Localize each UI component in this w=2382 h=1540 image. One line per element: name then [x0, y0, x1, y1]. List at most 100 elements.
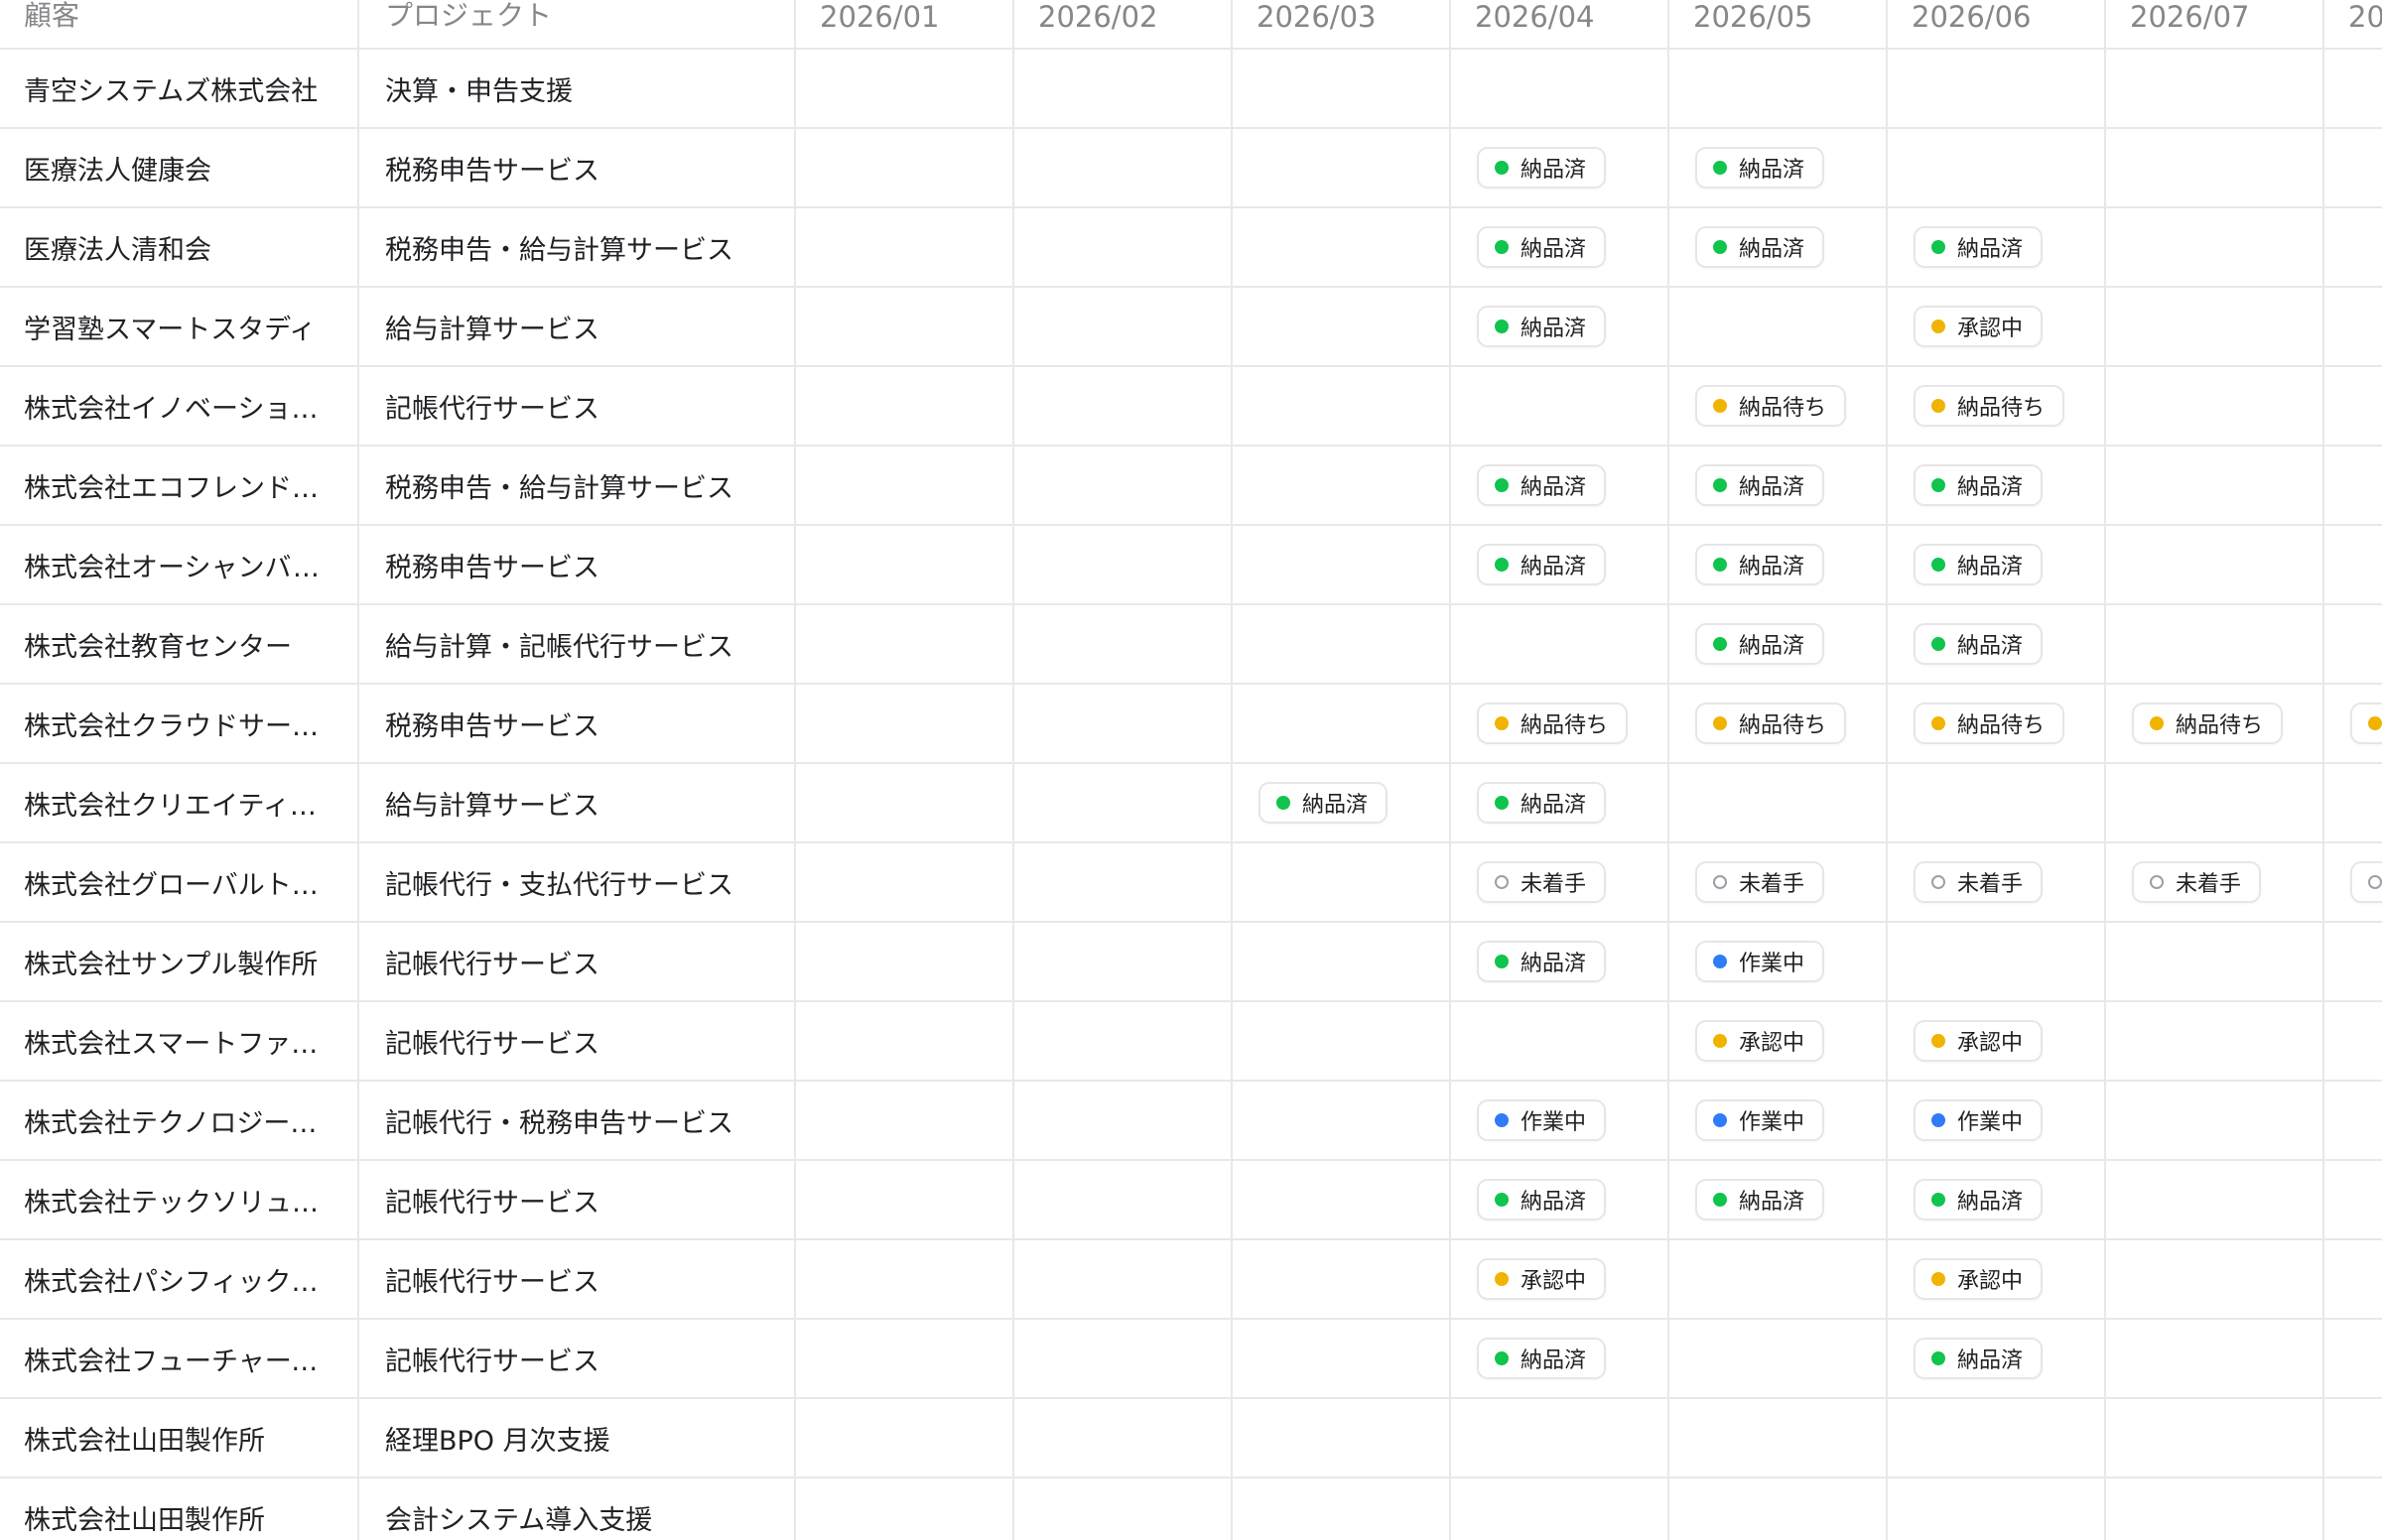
month-cell[interactable] [2324, 685, 2382, 762]
month-cell[interactable]: 納品済 [1451, 288, 1669, 365]
month-cell[interactable] [1233, 1161, 1451, 1238]
month-cell[interactable] [2106, 367, 2324, 445]
month-cell[interactable] [2106, 1161, 2324, 1238]
month-cell[interactable]: 未着手 [1669, 843, 1888, 921]
project-cell[interactable]: 決算・申告支援 [359, 50, 796, 127]
project-cell[interactable]: 記帳代行・税務申告サービス [359, 1082, 796, 1159]
customer-cell[interactable]: 株式会社テクノロジーコ… [0, 1082, 359, 1159]
month-cell[interactable] [1233, 1320, 1451, 1397]
customer-cell[interactable]: 株式会社テックソリュー… [0, 1161, 359, 1238]
month-cell[interactable] [1669, 1399, 1888, 1476]
project-cell[interactable]: 記帳代行・支払代行サービス [359, 843, 796, 921]
month-cell[interactable] [1014, 1399, 1233, 1476]
month-cell[interactable]: 納品済 [1233, 764, 1451, 841]
month-cell[interactable]: 承認中 [1451, 1240, 1669, 1318]
month-cell[interactable] [796, 764, 1014, 841]
month-cell[interactable] [1669, 764, 1888, 841]
status-badge[interactable]: 納品済 [1477, 464, 1607, 506]
table-row[interactable]: 株式会社フューチャーシ… 記帳代行サービス 納品済 納品済 [0, 1320, 2382, 1399]
month-cell[interactable]: 作業中 [1888, 1082, 2106, 1159]
month-cell[interactable]: 納品待ち [1451, 685, 1669, 762]
customer-cell[interactable]: 株式会社クリエイティブ… [0, 764, 359, 841]
month-cell[interactable] [1233, 526, 1451, 603]
month-cell[interactable] [1233, 288, 1451, 365]
month-cell[interactable] [1451, 50, 1669, 127]
table-row[interactable]: 株式会社スマートファー… 記帳代行サービス 承認中 承認中 [0, 1002, 2382, 1082]
table-row[interactable]: 株式会社オーシャンバン… 税務申告サービス 納品済 納品済 納品済 [0, 526, 2382, 605]
month-cell[interactable]: 未着手 [1451, 843, 1669, 921]
month-cell[interactable]: 承認中 [1888, 1240, 2106, 1318]
month-cell[interactable] [2106, 1082, 2324, 1159]
month-cell[interactable]: 未着手 [1888, 843, 2106, 921]
table-row[interactable]: 株式会社山田製作所 経理BPO 月次支援 [0, 1399, 2382, 1478]
month-cell[interactable] [2106, 208, 2324, 286]
customer-cell[interactable]: 青空システムズ株式会社 [0, 50, 359, 127]
column-header-month[interactable]: 2026/04 [1451, 0, 1669, 48]
month-cell[interactable]: 承認中 [1669, 1002, 1888, 1080]
month-cell[interactable] [796, 50, 1014, 127]
month-cell[interactable]: 納品待ち [1669, 685, 1888, 762]
month-cell[interactable] [2324, 1082, 2382, 1159]
column-header-month[interactable]: 2026/01 [796, 0, 1014, 48]
month-cell[interactable] [1014, 367, 1233, 445]
customer-cell[interactable]: 医療法人清和会 [0, 208, 359, 286]
month-cell[interactable] [796, 923, 1014, 1000]
status-badge[interactable]: 納品済 [1695, 226, 1825, 268]
status-badge[interactable]: 納品済 [1477, 1338, 1607, 1379]
month-cell[interactable] [796, 208, 1014, 286]
project-cell[interactable]: 記帳代行サービス [359, 1240, 796, 1318]
customer-cell[interactable]: 株式会社パシフィック建… [0, 1240, 359, 1318]
month-cell[interactable] [2106, 50, 2324, 127]
status-badge[interactable]: 納品済 [1477, 147, 1607, 189]
month-cell[interactable]: 納品済 [1451, 764, 1669, 841]
customer-cell[interactable]: 株式会社山田製作所 [0, 1399, 359, 1476]
month-cell[interactable] [1014, 923, 1233, 1000]
month-cell[interactable] [1669, 1240, 1888, 1318]
month-cell[interactable] [1669, 288, 1888, 365]
table-row[interactable]: 株式会社テクノロジーコ… 記帳代行・税務申告サービス 作業中 作業中 作業中 [0, 1082, 2382, 1161]
project-cell[interactable]: 記帳代行サービス [359, 1320, 796, 1397]
month-cell[interactable] [796, 1399, 1014, 1476]
month-cell[interactable] [1014, 764, 1233, 841]
month-cell[interactable]: 作業中 [1669, 1082, 1888, 1159]
month-cell[interactable] [2106, 129, 2324, 206]
month-cell[interactable] [1233, 1399, 1451, 1476]
customer-cell[interactable]: 株式会社教育センター [0, 605, 359, 683]
table-row[interactable]: 株式会社イノベーション… 記帳代行サービス 納品待ち 納品待ち [0, 367, 2382, 447]
project-cell[interactable]: 記帳代行サービス [359, 1002, 796, 1080]
month-cell[interactable]: 納品済 [1888, 1161, 2106, 1238]
month-cell[interactable] [1014, 1240, 1233, 1318]
month-cell[interactable] [2324, 1399, 2382, 1476]
month-cell[interactable] [1014, 288, 1233, 365]
month-cell[interactable] [2324, 1320, 2382, 1397]
month-cell[interactable] [796, 1082, 1014, 1159]
project-cell[interactable]: 給与計算サービス [359, 288, 796, 365]
month-cell[interactable]: 作業中 [1451, 1082, 1669, 1159]
column-header-month[interactable]: 2026/03 [1233, 0, 1451, 48]
month-cell[interactable] [1233, 923, 1451, 1000]
month-cell[interactable]: 納品待ち [2106, 685, 2324, 762]
month-cell[interactable] [796, 1478, 1014, 1540]
month-cell[interactable] [2106, 288, 2324, 365]
month-cell[interactable] [1014, 208, 1233, 286]
month-cell[interactable] [1451, 605, 1669, 683]
month-cell[interactable]: 納品済 [1888, 447, 2106, 524]
month-cell[interactable] [796, 1240, 1014, 1318]
table-row[interactable]: 株式会社クラウドサービ… 税務申告サービス 納品待ち 納品待ち 納品待ち 納品待ち [0, 685, 2382, 764]
month-cell[interactable] [2324, 367, 2382, 445]
month-cell[interactable] [796, 685, 1014, 762]
month-cell[interactable] [1451, 1478, 1669, 1540]
table-row[interactable]: 株式会社山田製作所 会計システム導入支援 [0, 1478, 2382, 1540]
table-row[interactable]: 青空システムズ株式会社 決算・申告支援 [0, 50, 2382, 129]
table-row[interactable]: 株式会社クリエイティブ… 給与計算サービス 納品済 納品済 [0, 764, 2382, 843]
status-badge[interactable]: 納品済 [1477, 1179, 1607, 1220]
month-cell[interactable] [1014, 129, 1233, 206]
month-cell[interactable]: 納品済 [1451, 923, 1669, 1000]
month-cell[interactable] [2324, 605, 2382, 683]
month-cell[interactable] [1451, 1002, 1669, 1080]
month-cell[interactable] [1014, 1082, 1233, 1159]
month-cell[interactable] [1014, 1478, 1233, 1540]
project-cell[interactable]: 記帳代行サービス [359, 923, 796, 1000]
month-cell[interactable]: 納品済 [1669, 447, 1888, 524]
month-cell[interactable] [2106, 923, 2324, 1000]
